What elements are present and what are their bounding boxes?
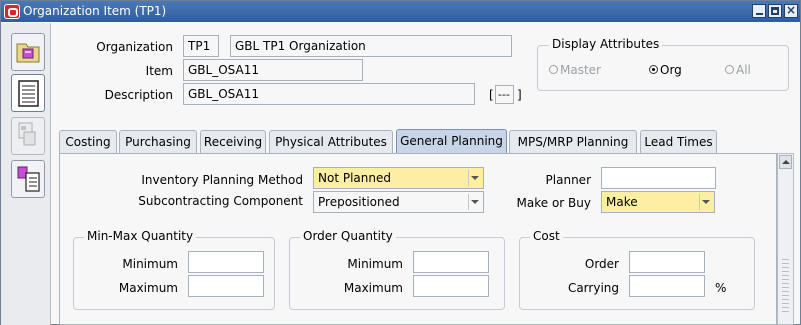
order-quantity-group: Order Quantity xyxy=(289,229,505,310)
order-quantity-maximum-label: Maximum xyxy=(343,281,403,295)
item-categories-button[interactable] xyxy=(11,160,45,198)
cost-order-label: Order xyxy=(584,257,619,271)
organization-label: Organization xyxy=(96,40,173,54)
subcontracting-component-value: Prepositioned xyxy=(318,195,400,209)
tab-purchasing[interactable]: Purchasing xyxy=(119,130,197,153)
dff-open-bracket: [ xyxy=(489,88,494,102)
tab-general-planning[interactable]: General Planning xyxy=(396,129,507,154)
chevron-down-icon xyxy=(471,200,479,204)
tab-mps-mrp-planning[interactable]: MPS/MRP Planning xyxy=(509,130,637,153)
min-max-quantity-title: Min-Max Quantity xyxy=(84,229,197,243)
description-label: Description xyxy=(104,88,173,102)
order-quantity-title: Order Quantity xyxy=(300,229,396,243)
maximize-icon[interactable] xyxy=(768,4,782,18)
order-quantity-maximum-field[interactable] xyxy=(413,275,489,297)
item-attributes-icon xyxy=(18,122,36,146)
order-quantity-minimum-field[interactable] xyxy=(413,251,489,273)
subcontracting-component-select[interactable]: Prepositioned xyxy=(313,191,484,213)
percent-sign: % xyxy=(715,281,727,295)
organization-icon xyxy=(16,43,40,63)
inventory-planning-method-label: Inventory Planning Method xyxy=(141,173,303,187)
min-max-minimum-label: Minimum xyxy=(122,257,178,271)
subcontracting-component-label: Subcontracting Component xyxy=(138,194,303,208)
tab-lead-times[interactable]: Lead Times xyxy=(640,130,717,153)
radio-org-label: Org xyxy=(660,63,682,77)
window-title: Organization Item (TP1) xyxy=(23,4,167,18)
planner-label: Planner xyxy=(545,173,591,187)
tab-receiving[interactable]: Receiving xyxy=(200,130,266,153)
scroll-up-icon[interactable] xyxy=(779,155,792,169)
item-categories-icon xyxy=(17,166,40,192)
radio-all[interactable]: All xyxy=(725,63,751,77)
item-label: Item xyxy=(145,64,173,78)
minimize-icon[interactable] xyxy=(752,4,766,18)
min-max-quantity-group: Min-Max Quantity xyxy=(73,229,275,310)
cost-carrying-label: Carrying xyxy=(567,281,619,295)
min-max-maximum-label: Maximum xyxy=(118,281,178,295)
cost-order-field[interactable] xyxy=(629,251,705,273)
oracle-window-icon xyxy=(4,4,20,19)
display-attributes-group: Display Attributes Master Org All xyxy=(537,37,789,91)
item-attributes-button[interactable] xyxy=(11,117,45,155)
min-max-minimum-field[interactable] xyxy=(188,251,264,273)
tab-costing[interactable]: Costing xyxy=(59,130,117,153)
order-quantity-minimum-label: Minimum xyxy=(347,257,403,271)
scroll-grip[interactable] xyxy=(782,259,789,314)
organization-button[interactable] xyxy=(11,33,45,71)
radio-master-label: Master xyxy=(560,63,601,77)
dff-close-bracket: ] xyxy=(517,88,522,102)
title-bar[interactable]: Organization Item (TP1) × xyxy=(1,1,800,22)
radio-all-label: All xyxy=(736,63,751,77)
chevron-down-icon xyxy=(471,176,479,180)
inventory-planning-method-value: Not Planned xyxy=(318,171,391,185)
tab-physical-attributes[interactable]: Physical Attributes xyxy=(269,130,393,153)
item-field[interactable]: GBL_OSA11 xyxy=(183,59,363,81)
display-attributes-title: Display Attributes xyxy=(549,37,663,51)
make-or-buy-select[interactable]: Make xyxy=(601,191,715,213)
cost-group: Cost xyxy=(519,229,755,310)
radio-org[interactable]: Org xyxy=(649,63,682,77)
close-icon[interactable]: × xyxy=(784,4,798,18)
item-list-button[interactable] xyxy=(11,74,45,112)
organization-name-field[interactable]: GBL TP1 Organization xyxy=(230,35,512,57)
cost-title: Cost xyxy=(530,229,563,243)
description-field[interactable]: GBL_OSA11 xyxy=(183,83,475,105)
vertical-scrollbar[interactable] xyxy=(777,153,794,325)
make-or-buy-value: Make xyxy=(606,195,638,209)
descriptive-flexfield[interactable]: --- xyxy=(495,85,514,104)
chevron-down-icon xyxy=(702,200,710,204)
cost-carrying-field[interactable] xyxy=(629,275,705,297)
planner-field[interactable] xyxy=(601,167,716,189)
radio-master[interactable]: Master xyxy=(549,63,601,77)
make-or-buy-label: Make or Buy xyxy=(516,196,591,210)
inventory-planning-method-select[interactable]: Not Planned xyxy=(313,167,484,189)
organization-code-field[interactable]: TP1 xyxy=(183,35,219,57)
item-list-icon xyxy=(18,80,39,107)
min-max-maximum-field[interactable] xyxy=(188,275,264,297)
left-toolbar xyxy=(1,23,51,325)
organization-item-window: Organization Item (TP1) × Organization T… xyxy=(0,0,801,325)
